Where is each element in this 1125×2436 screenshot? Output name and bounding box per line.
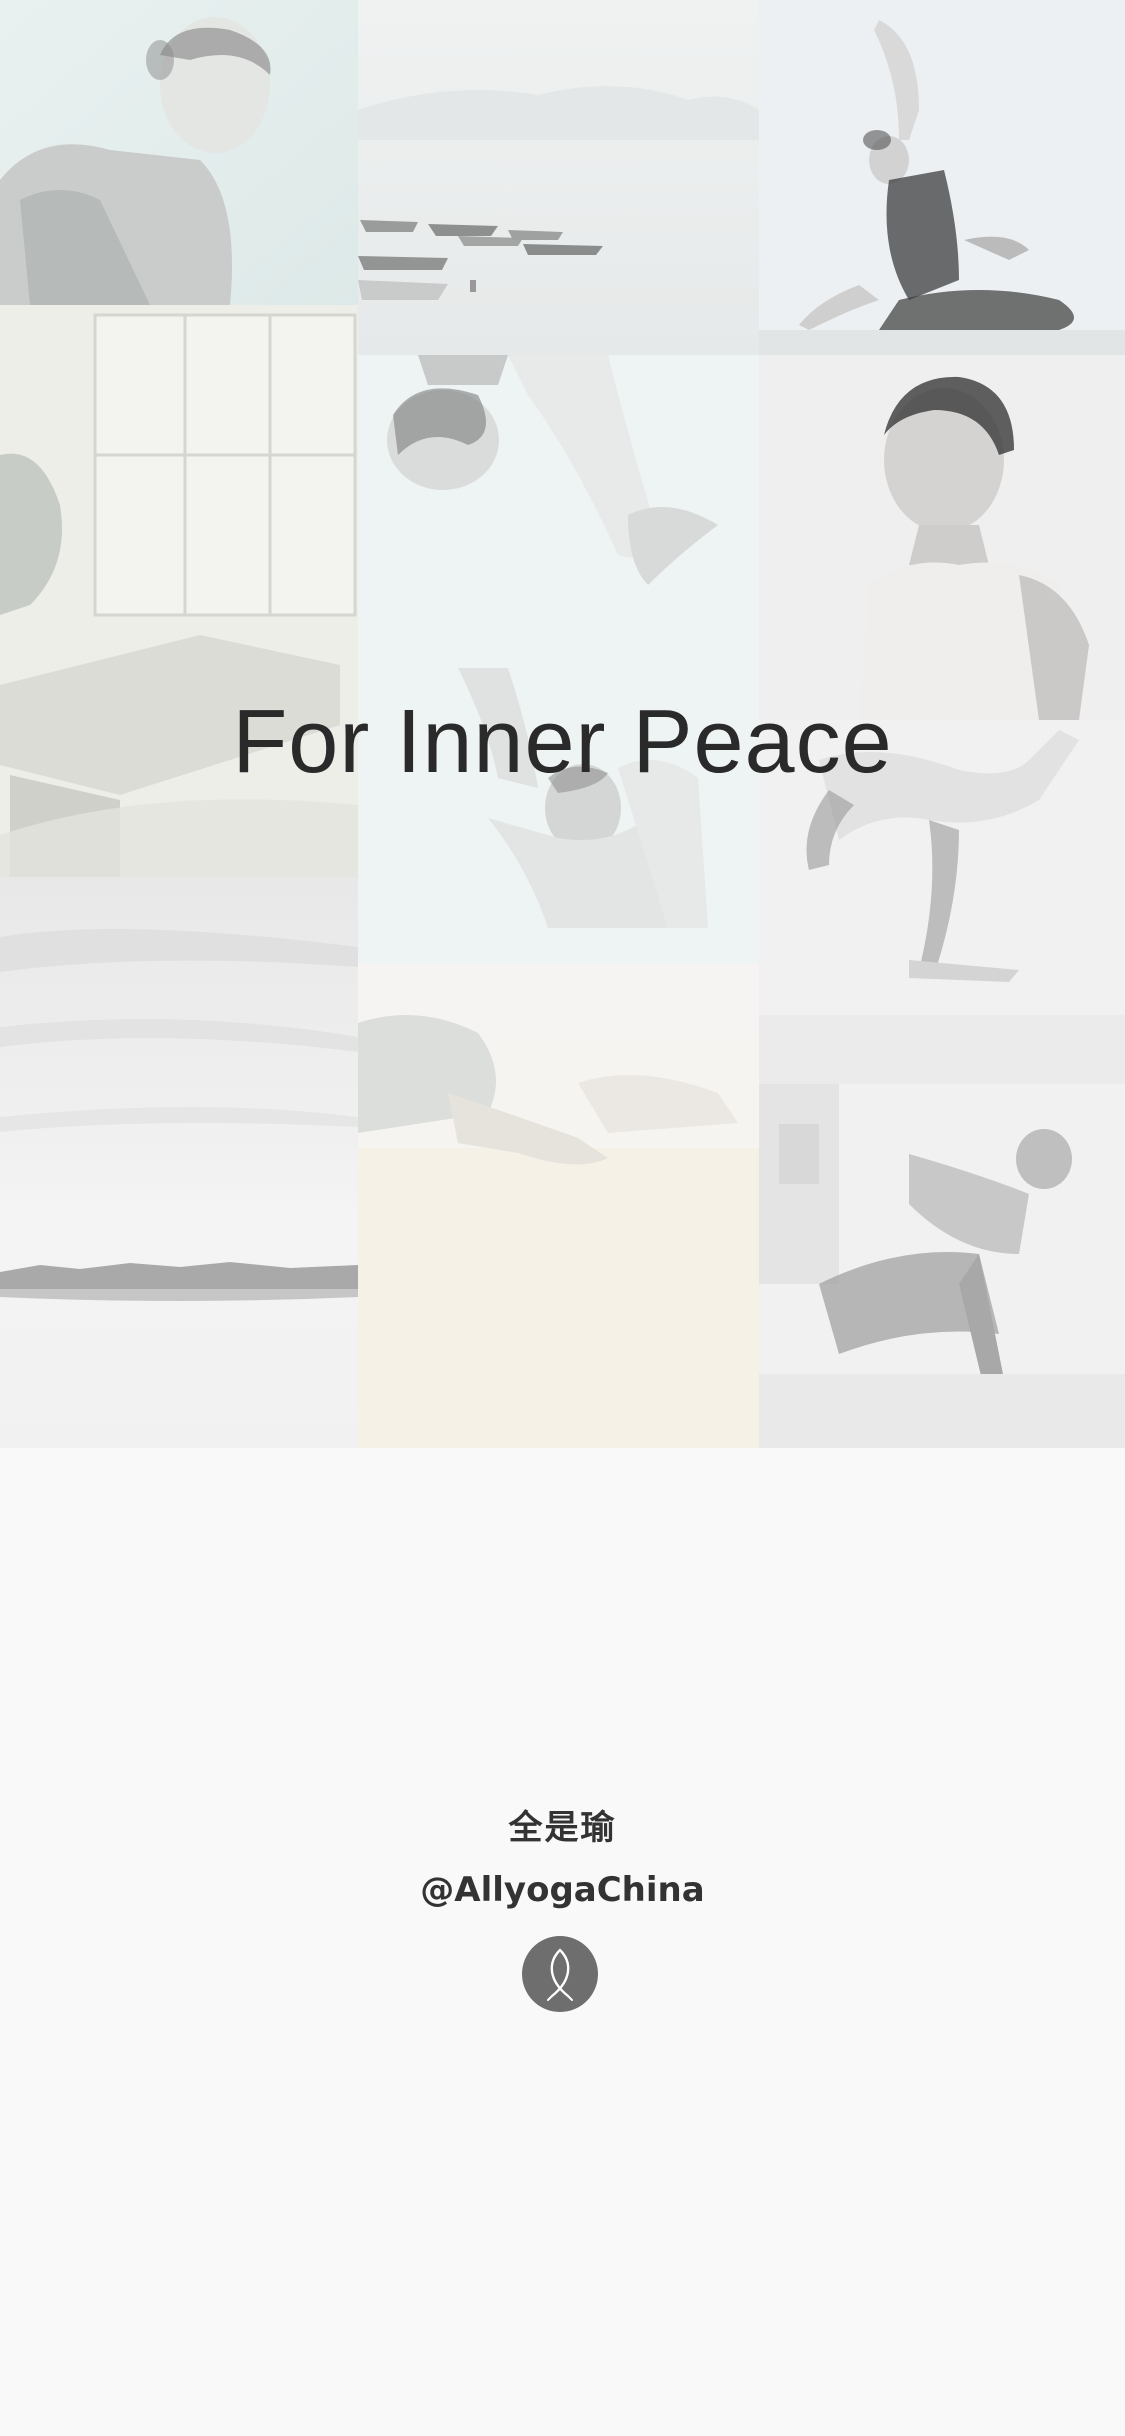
- collage-photo-misty-boats: [358, 0, 759, 355]
- collage-photo-twist-pose: [759, 1084, 1125, 1448]
- brand-name: 全是瑜: [508, 1808, 617, 1848]
- collage-photo-woman-stretch: [759, 0, 1125, 355]
- brand-block: 全是瑜 @AllyogaChina: [0, 1800, 1125, 1922]
- collage-photo-man-profile: [759, 355, 1125, 720]
- splash-screen: For Inner Peace 全是瑜 @AllyogaChina: [0, 0, 1125, 2436]
- collage-photo-sea-horizon: [0, 877, 358, 1448]
- collage-photo-resting-pose: [358, 963, 759, 1448]
- collage-photo-woman-smiling: [0, 0, 358, 305]
- tagline: For Inner Peace: [232, 692, 893, 792]
- collage-photo-man-upside-down: [358, 355, 759, 668]
- fish-logo-icon: [522, 1936, 598, 2012]
- brand-handle: @AllyogaChina: [420, 1870, 705, 1910]
